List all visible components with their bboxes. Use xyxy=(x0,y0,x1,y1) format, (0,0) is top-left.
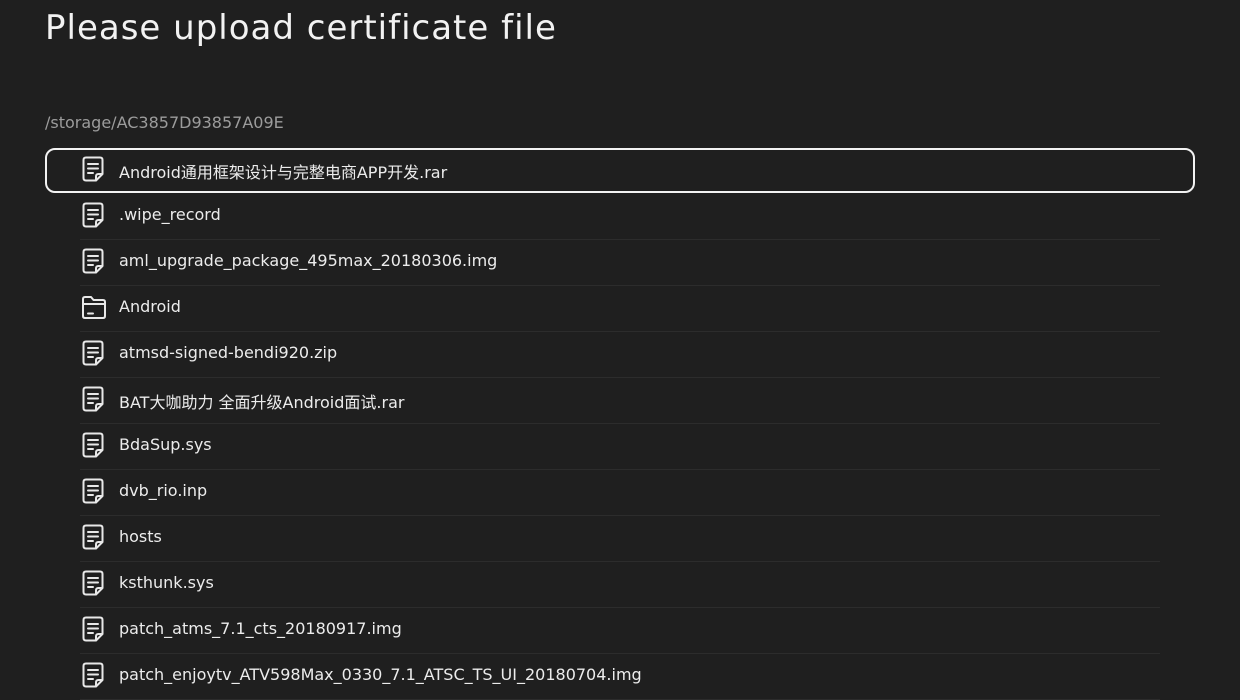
file-name: .wipe_record xyxy=(119,205,221,224)
folder-list-item[interactable]: Android xyxy=(0,286,1240,332)
file-name: ksthunk.sys xyxy=(119,573,214,592)
file-name: BAT大咖助力 全面升级Android面试.rar xyxy=(119,393,405,412)
page-title: Please upload certificate file xyxy=(45,8,557,48)
file-name: aml_upgrade_package_495max_20180306.img xyxy=(119,251,498,270)
document-icon xyxy=(80,614,108,644)
file-list-item[interactable]: ksthunk.sys xyxy=(0,562,1240,608)
folder-icon xyxy=(80,292,108,322)
file-name: hosts xyxy=(119,527,162,546)
document-icon xyxy=(80,430,108,460)
file-list: Android通用框架设计与完整电商APP开发.rar .wipe_record… xyxy=(0,148,1240,700)
document-icon xyxy=(80,660,108,690)
file-list-item[interactable]: atmsd-signed-bendi920.zip xyxy=(0,332,1240,378)
file-name: BdaSup.sys xyxy=(119,435,212,454)
file-list-item[interactable]: BdaSup.sys xyxy=(0,424,1240,470)
document-icon xyxy=(80,522,108,552)
file-list-item[interactable]: patch_enjoytv_ATV598Max_0330_7.1_ATSC_TS… xyxy=(0,654,1240,700)
file-list-item[interactable]: .wipe_record xyxy=(0,194,1240,240)
file-list-item[interactable]: aml_upgrade_package_495max_20180306.img xyxy=(0,240,1240,286)
file-name: Android xyxy=(119,297,181,316)
file-name: Android通用框架设计与完整电商APP开发.rar xyxy=(119,163,448,182)
file-name: dvb_rio.inp xyxy=(119,481,208,500)
file-list-item[interactable]: BAT大咖助力 全面升级Android面试.rar xyxy=(0,378,1240,424)
file-name: atmsd-signed-bendi920.zip xyxy=(119,343,338,362)
document-icon xyxy=(80,568,108,598)
current-path: /storage/AC3857D93857A09E xyxy=(45,113,284,132)
document-icon xyxy=(80,476,108,506)
file-name: patch_atms_7.1_cts_20180917.img xyxy=(119,619,402,638)
document-icon xyxy=(80,154,108,184)
file-list-item[interactable]: hosts xyxy=(0,516,1240,562)
document-icon xyxy=(80,200,108,230)
file-name: patch_enjoytv_ATV598Max_0330_7.1_ATSC_TS… xyxy=(119,665,642,684)
document-icon xyxy=(80,246,108,276)
document-icon xyxy=(80,338,108,368)
file-list-item[interactable]: dvb_rio.inp xyxy=(0,470,1240,516)
file-list-item[interactable]: Android通用框架设计与完整电商APP开发.rar xyxy=(0,148,1240,194)
file-list-item[interactable]: patch_atms_7.1_cts_20180917.img xyxy=(0,608,1240,654)
document-icon xyxy=(80,384,108,414)
